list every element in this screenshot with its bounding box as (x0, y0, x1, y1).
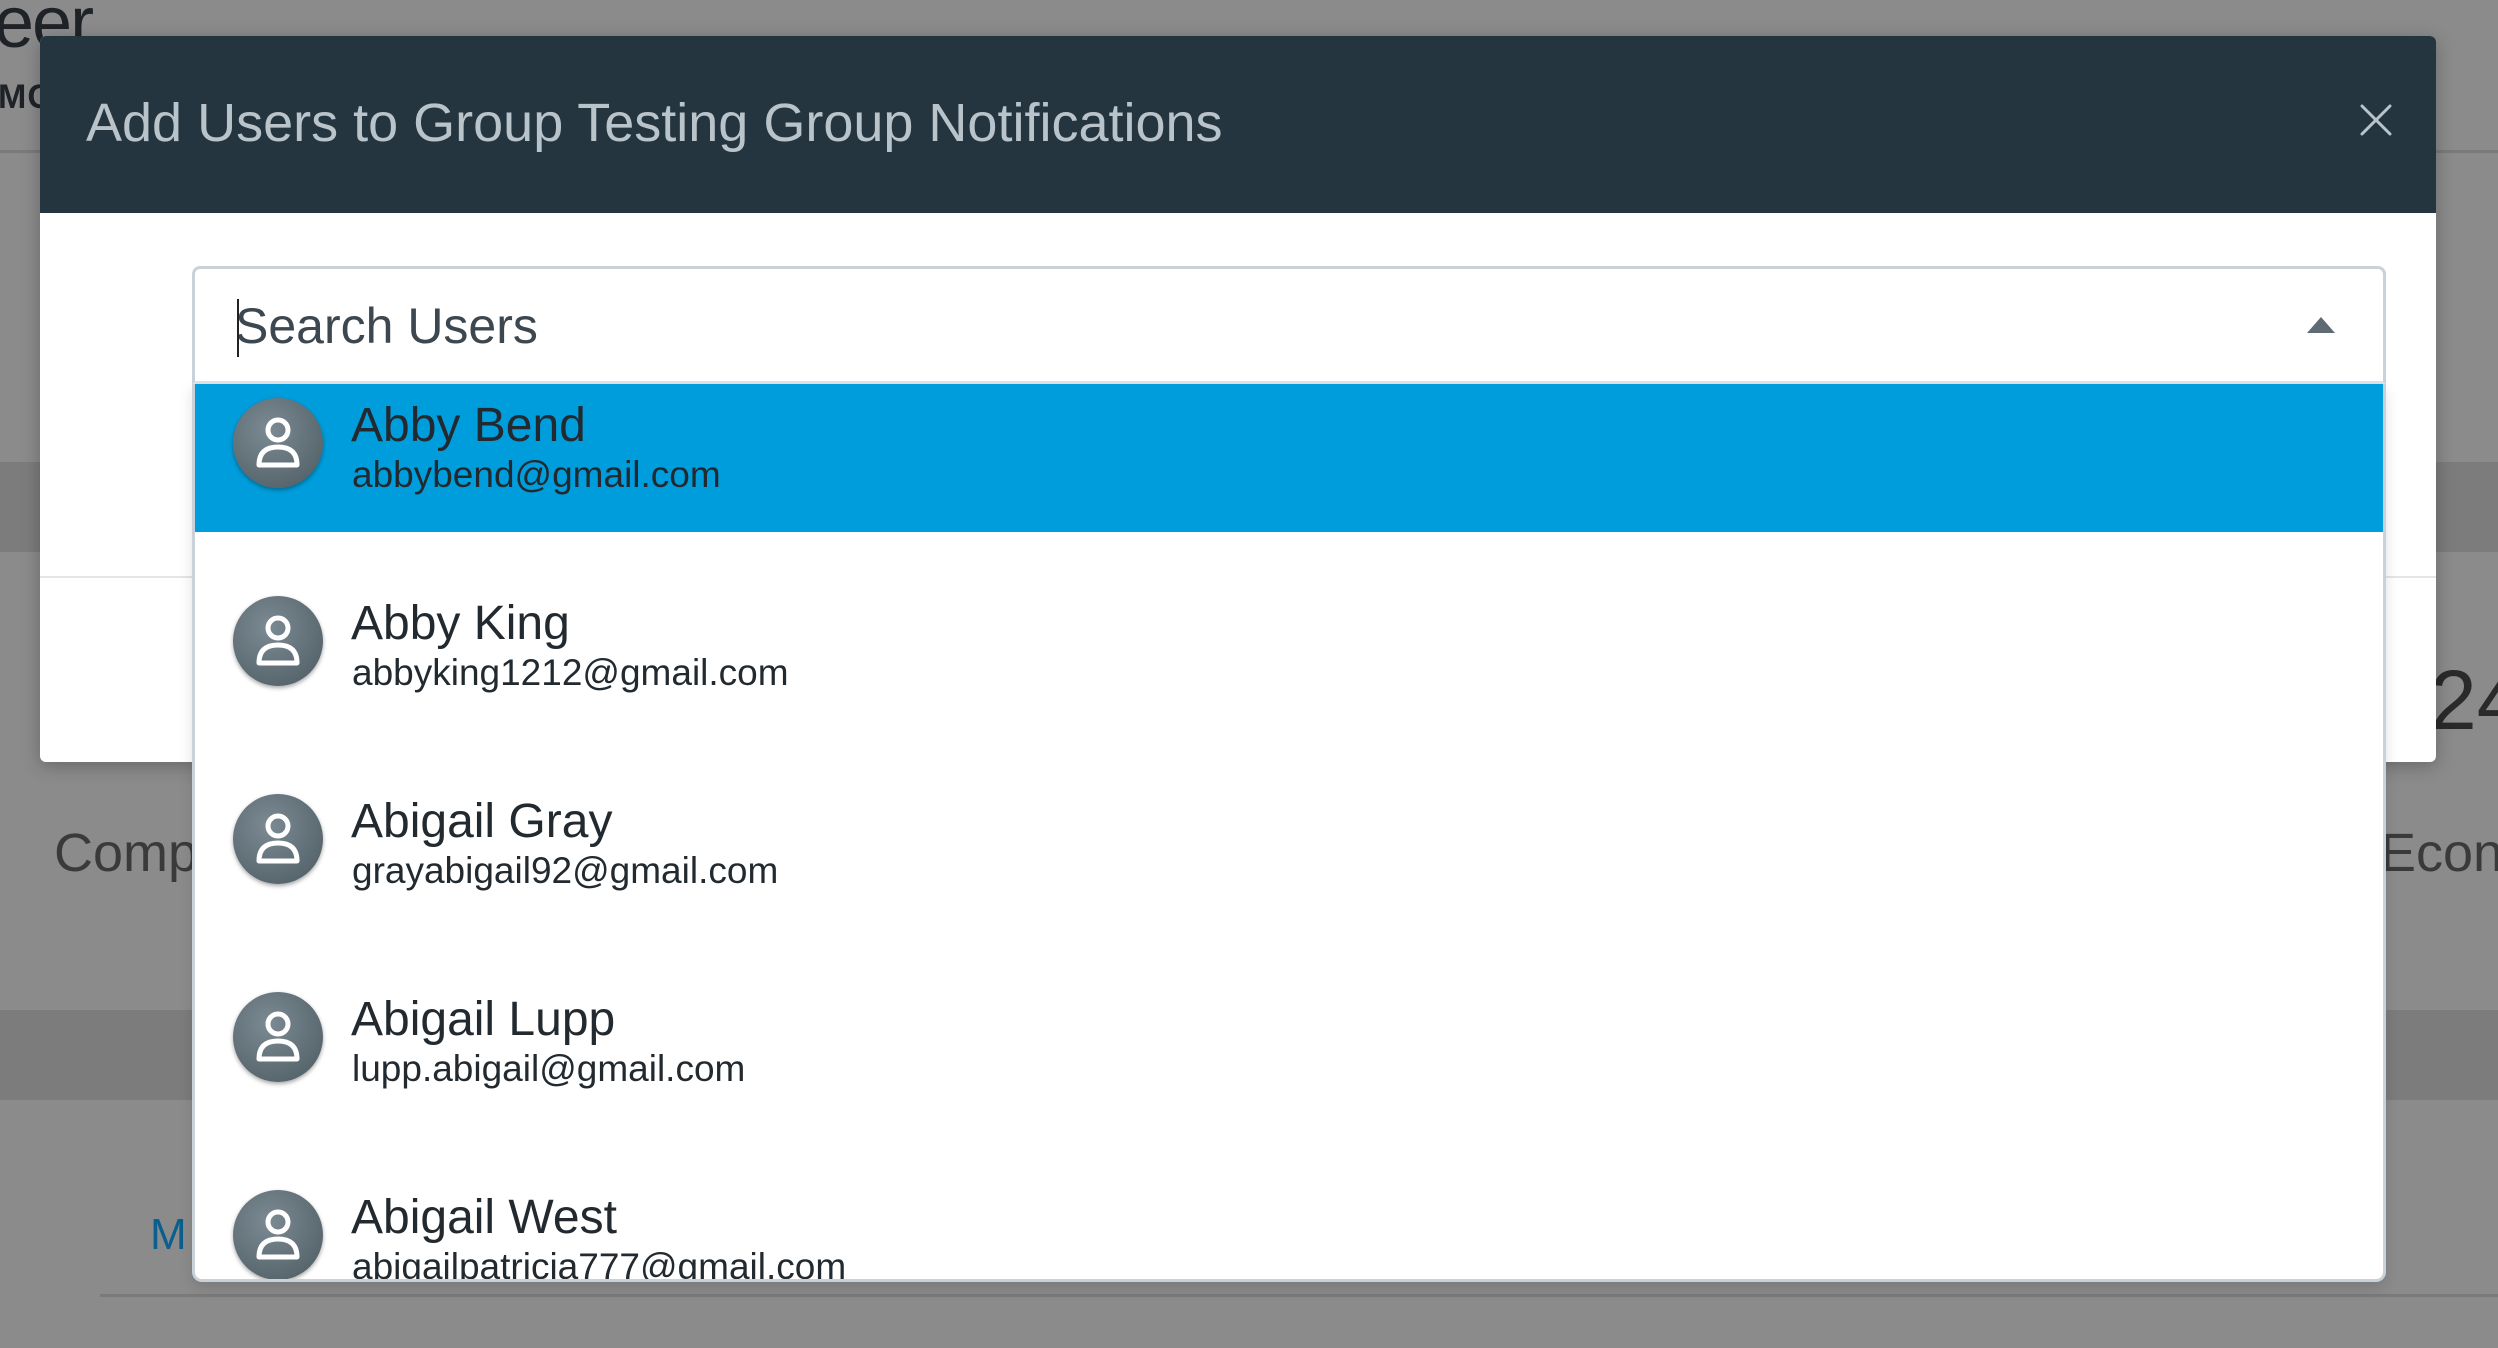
user-option-email: abbybend@gmail.com (352, 454, 721, 495)
user-option-name: Abby King (351, 597, 570, 650)
user-search-select[interactable] (192, 266, 2386, 384)
user-option[interactable]: Abigail Lupp lupp.abigail@gmail.com (195, 930, 2383, 1089)
person-icon (256, 615, 300, 666)
modal-title: Add Users to Group Testing Group Notific… (86, 93, 1223, 153)
user-option-name: Abigail Gray (351, 795, 613, 848)
background-link[interactable]: M (150, 1210, 187, 1260)
user-avatar-icon (233, 596, 323, 686)
background-divider (100, 1294, 2498, 1297)
user-option-email: abigailpatricia777@gmail.com (352, 1246, 847, 1282)
user-avatar-icon (233, 992, 323, 1082)
chevron-up-icon[interactable] (2307, 317, 2335, 333)
user-avatar-icon (233, 1190, 323, 1279)
user-dropdown-list[interactable]: Abby Bend abbybend@gmail.com Abby King a… (192, 384, 2386, 1282)
background-label-left: Comp (54, 823, 199, 883)
person-icon (256, 1011, 300, 1062)
user-option-email: abbyking1212@gmail.com (352, 652, 789, 693)
search-input[interactable] (235, 293, 2235, 359)
user-option-name: Abigail West (351, 1191, 617, 1244)
person-icon (256, 1209, 300, 1260)
user-option-name: Abigail Lupp (351, 993, 616, 1046)
user-option[interactable]: Abby Bend abbybend@gmail.com (195, 384, 2383, 532)
user-option[interactable]: Abigail Gray grayabigail92@gmail.com (195, 732, 2383, 891)
person-icon (256, 417, 300, 468)
user-option[interactable]: Abby King abbyking1212@gmail.com (195, 534, 2383, 693)
text-caret (237, 299, 239, 357)
background-label-right: Econ (2380, 823, 2498, 883)
user-option-email: grayabigail92@gmail.com (352, 850, 779, 891)
close-icon (2360, 104, 2392, 136)
close-button[interactable] (2358, 102, 2394, 138)
person-icon (256, 813, 300, 864)
user-avatar-icon (233, 794, 323, 884)
user-option[interactable]: Abigail West abigailpatricia777@gmail.co… (195, 1128, 2383, 1279)
user-option-name: Abby Bend (351, 399, 586, 452)
background-number: 24 (2430, 653, 2498, 747)
user-option-email: lupp.abigail@gmail.com (352, 1048, 746, 1089)
user-avatar-icon (233, 398, 323, 488)
modal-header: Add Users to Group Testing Group Notific… (40, 36, 2436, 213)
